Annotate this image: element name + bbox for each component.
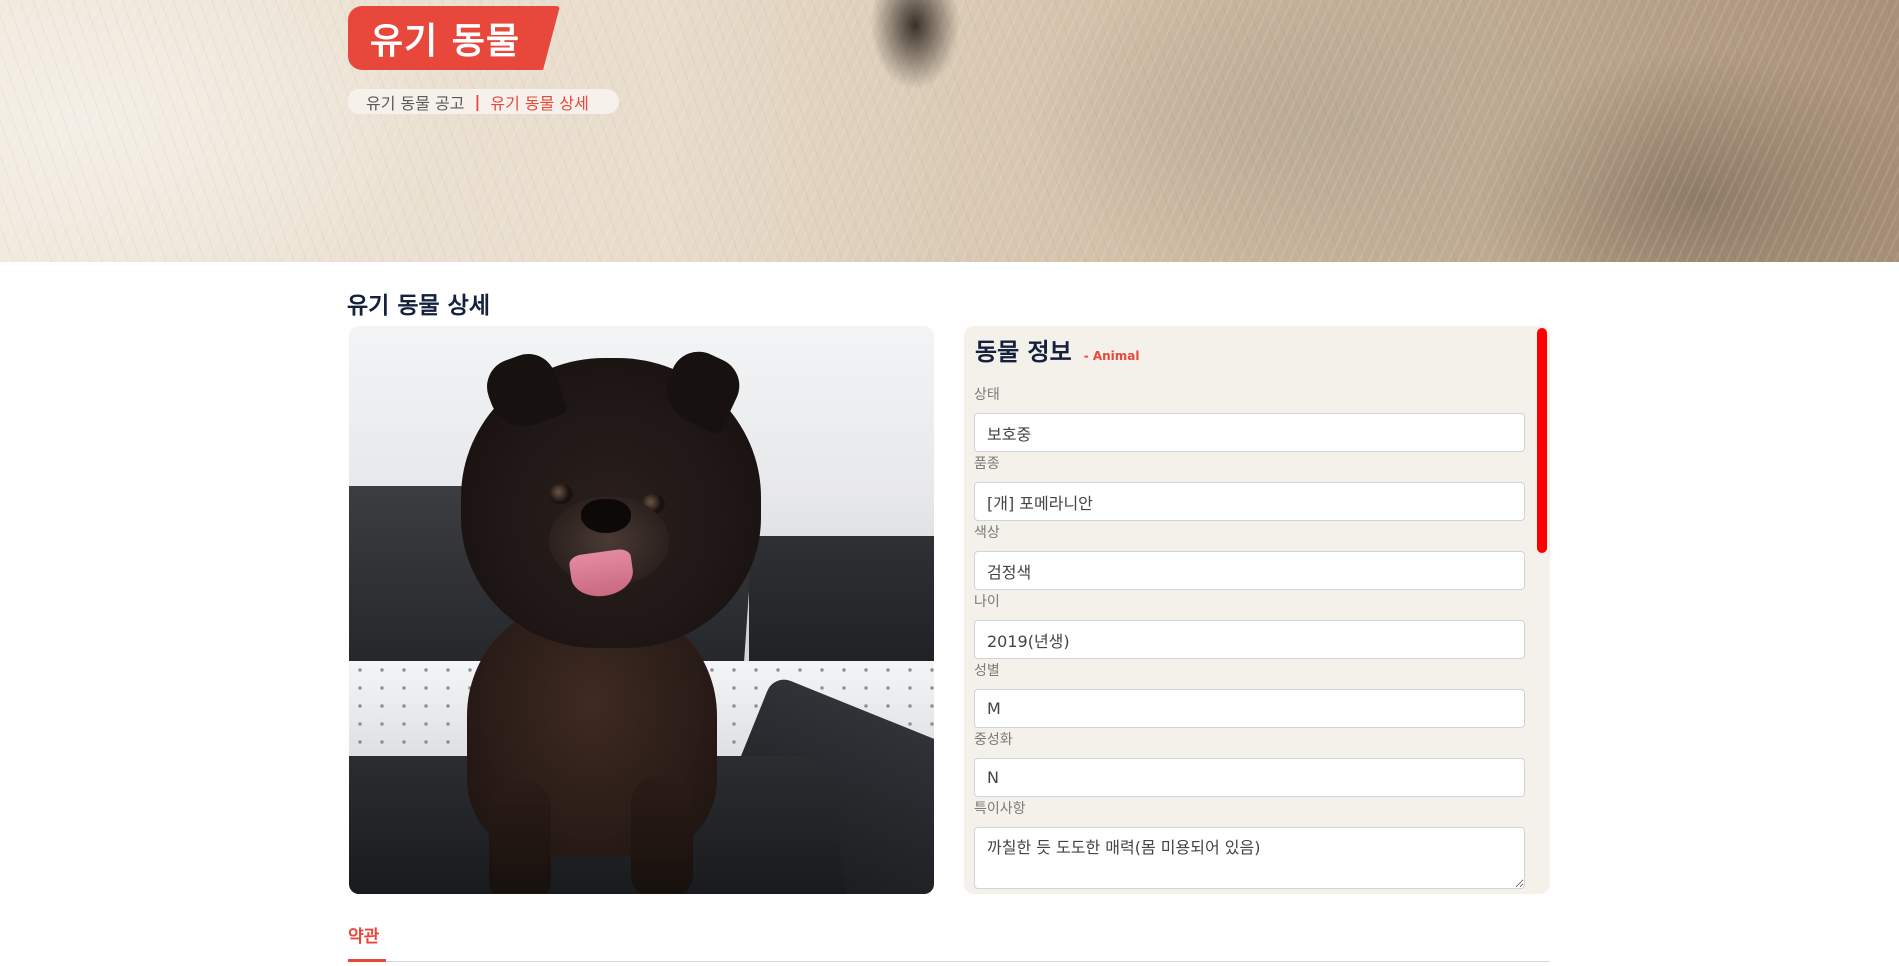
field-label-notes: 특이사항 — [974, 801, 1026, 817]
breadcrumb-item-detail: 유기 동물 상세 — [490, 93, 589, 113]
breadcrumb: 유기 동물 공고 | 유기 동물 상세 — [348, 89, 619, 114]
hero-title: 유기 동물 — [370, 21, 521, 62]
tab-bar — [348, 961, 1550, 962]
info-subtitle: - Animal — [1083, 349, 1140, 363]
field-label-age: 나이 — [974, 594, 1000, 610]
photo-dog-leg-left — [489, 781, 551, 894]
field-label-neutered: 중성화 — [974, 732, 1013, 748]
tab-active-indicator — [348, 959, 386, 962]
photo-dog-nose — [581, 499, 631, 533]
hero-banner: 유기 동물 유기 동물 공고 | 유기 동물 상세 — [0, 0, 1899, 262]
field-label-sex: 성별 — [974, 663, 1000, 679]
field-label-status: 상태 — [974, 387, 1000, 403]
tab-terms[interactable]: 약관 — [348, 922, 379, 947]
photo-dog-eye-left — [549, 484, 573, 504]
color-field[interactable] — [974, 551, 1525, 590]
hero-title-badge: 유기 동물 — [348, 6, 560, 70]
breadcrumb-item-notice[interactable]: 유기 동물 공고 — [366, 90, 465, 114]
info-title: 동물 정보 — [975, 338, 1072, 366]
info-header: 동물 정보 - Animal — [975, 332, 1140, 367]
breadcrumb-separator: | — [474, 92, 481, 111]
sex-field[interactable] — [974, 689, 1525, 728]
field-label-breed: 품종 — [974, 456, 1000, 472]
animal-photo — [349, 326, 934, 894]
animal-info-panel[interactable] — [964, 326, 1550, 894]
page-title: 유기 동물 상세 — [347, 293, 490, 319]
neutered-field[interactable] — [974, 758, 1525, 797]
status-field[interactable] — [974, 413, 1525, 452]
breed-field[interactable] — [974, 482, 1525, 521]
age-field[interactable] — [974, 620, 1525, 659]
info-panel-scrollbar[interactable] — [1537, 328, 1547, 553]
photo-dog-leg-right — [631, 776, 693, 894]
notes-field[interactable]: 까칠한 듯 도도한 매력(몸 미용되어 있음) — [974, 827, 1525, 889]
field-label-color: 색상 — [974, 525, 1000, 541]
